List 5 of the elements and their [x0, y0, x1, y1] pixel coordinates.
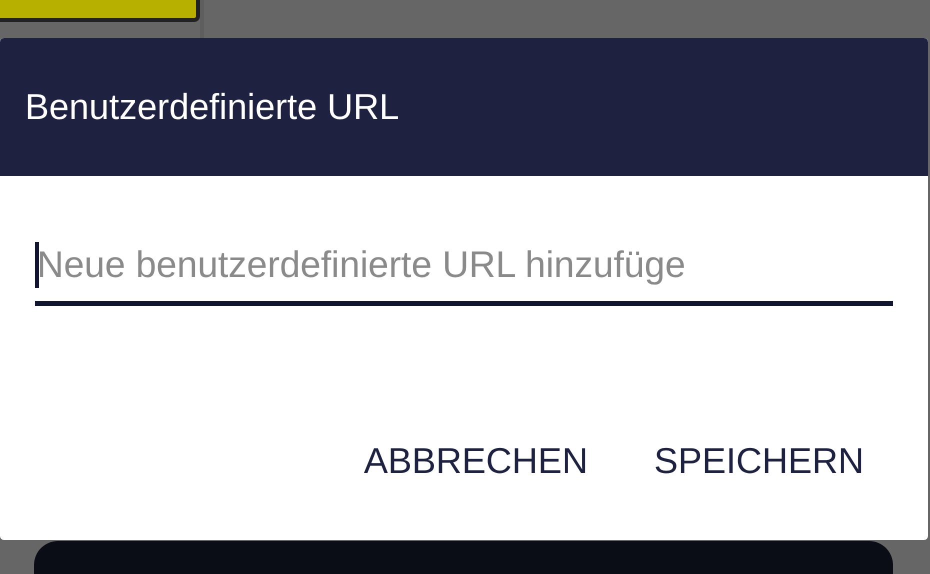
- dialog-action-button[interactable]: SPEICHERN: [654, 434, 864, 488]
- dialog-action-button[interactable]: ABBRECHEN: [364, 434, 588, 488]
- dialog-title: Benutzerdefinierte URL: [25, 85, 400, 129]
- text-cursor-icon: [35, 242, 39, 288]
- url-input-field[interactable]: Neue benutzerdefinierte URL hinzufüge: [35, 228, 893, 306]
